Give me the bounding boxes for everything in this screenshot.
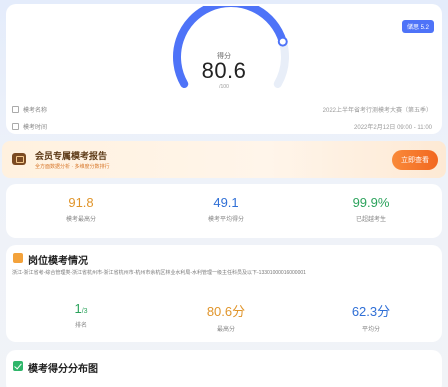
exam-stats-card: 91.8 模考最高分 49.1 模考平均得分 99.9% 已超越考生 xyxy=(6,184,442,238)
briefcase-icon xyxy=(13,253,23,263)
score-value: 80.6 xyxy=(201,58,247,83)
vip-crown-icon xyxy=(12,153,26,165)
exam-name-value: 2022上半年省考行测模考大赛（第五季） xyxy=(322,107,432,114)
gauge-knob xyxy=(277,36,288,47)
vip-report-banner[interactable]: 会员专属模考报告 全方面数据分析 · 多维度分数排行 立即查看 xyxy=(2,141,446,178)
distribution-title: 模考得分分布图 xyxy=(28,364,98,375)
vip-subtitle: 全方面数据分析 · 多维度分数排行 xyxy=(35,164,110,170)
stat-highest-label: 模考最高分 xyxy=(65,217,96,223)
exam-name-row: 模考名称 2022上半年省考行测模考大赛（第五季） xyxy=(12,104,432,114)
position-average-value-wrap: 62.3分 xyxy=(311,301,431,320)
stat-average-label: 模考平均得分 xyxy=(207,217,244,223)
stat-average: 49.1 模考平均得分 xyxy=(166,195,286,223)
position-average: 62.3分 平均分 xyxy=(311,301,431,333)
position-path: 浙江-浙江省考-综合管理类-浙江省杭州市-浙江省杭州市-杭州市余杭区林业水利局-… xyxy=(12,270,306,276)
position-card: 岗位模考情况 浙江-浙江省考-综合管理类-浙江省杭州市-浙江省杭州市-杭州市余杭… xyxy=(6,245,442,342)
score-distribution-card: 模考得分分布图 xyxy=(6,350,442,387)
position-rank-value: 1 xyxy=(74,301,82,316)
position-average-suffix: 分 xyxy=(377,304,391,319)
exam-time-label: 模考时间 xyxy=(23,124,48,131)
position-highest-suffix: 分 xyxy=(232,304,246,319)
position-average-value: 62.3 xyxy=(351,304,378,319)
stat-surpassed-value: 99.9% xyxy=(352,195,390,210)
position-rank-suffix: /3 xyxy=(81,308,88,315)
position-highest-label: 最高分 xyxy=(216,327,235,333)
stat-highest: 91.8 模考最高分 xyxy=(21,195,141,223)
stat-highest-value: 91.8 xyxy=(68,195,94,210)
position-average-label: 平均分 xyxy=(361,327,380,333)
score-card: 储思 5.2 得分 80.6 /100 模考名称 2022上半年省考行测模考大赛… xyxy=(6,4,442,134)
position-highest-value: 80.6 xyxy=(206,304,233,319)
calendar-icon xyxy=(12,122,19,130)
exam-name-label: 模考名称 xyxy=(23,107,48,114)
stat-surpassed-label: 已超越考生 xyxy=(355,217,386,223)
check-icon xyxy=(13,361,23,371)
position-rank-value-wrap: 1/3 xyxy=(21,301,141,316)
stat-surpassed: 99.9% 已超越考生 xyxy=(311,195,431,223)
view-now-button[interactable]: 立即查看 xyxy=(392,150,438,170)
position-highest: 80.6分 最高分 xyxy=(166,301,286,333)
exam-time-row: 模考时间 2022年2月12日 09:00 - 11:00 xyxy=(12,121,432,131)
exam-time-value: 2022年2月12日 09:00 - 11:00 xyxy=(354,124,432,131)
position-rank-label: 排名 xyxy=(74,323,87,329)
score-total: /100 xyxy=(219,84,229,90)
document-icon xyxy=(12,105,19,113)
vip-title: 会员专属模考报告 xyxy=(35,151,108,161)
position-title: 岗位模考情况 xyxy=(28,256,88,267)
position-rank: 1/3 排名 xyxy=(21,301,141,329)
version-badge[interactable]: 储思 5.2 xyxy=(401,20,434,33)
stat-average-value: 49.1 xyxy=(213,195,239,210)
position-highest-value-wrap: 80.6分 xyxy=(166,301,286,320)
